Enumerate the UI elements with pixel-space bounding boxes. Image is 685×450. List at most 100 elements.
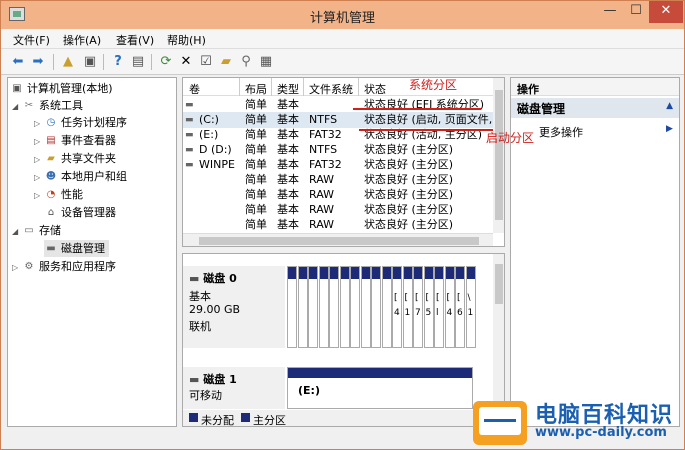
table-row[interactable]: ▬ (C:) 简单 基本 NTFS 状态良好 (启动, 页面文件, [183, 112, 493, 128]
collapsed-arrow-icon[interactable]: ▷ [12, 259, 22, 276]
tree-item-system-tools[interactable]: ◢ ✂ 系统工具 [12, 97, 83, 114]
column-type[interactable]: 类型 [277, 81, 299, 97]
cell-volume: D (D:) [199, 143, 232, 156]
title-bar[interactable]: 计算机管理 — ☐ ✕ [1, 1, 684, 29]
pc-daily-logo-icon [473, 401, 527, 445]
tree-item-storage[interactable]: ◢ ▭ 存储 [12, 222, 61, 239]
help-icon[interactable]: ? [109, 53, 127, 71]
cell-layout: 简单 [245, 128, 267, 141]
column-layout[interactable]: 布局 [245, 81, 267, 97]
disk0-partition[interactable]: [7 [413, 266, 423, 348]
show-hide-tree-icon[interactable]: ▣ [81, 53, 99, 71]
column-separator[interactable] [358, 78, 359, 96]
column-filesystem[interactable]: 文件系统 [309, 81, 353, 97]
disk0-partition[interactable] [339, 266, 350, 348]
back-arrow-icon[interactable]: ⬅ [9, 53, 27, 71]
disk0-partition[interactable]: \ 1 [465, 266, 476, 348]
collapsed-arrow-icon[interactable]: ▷ [34, 151, 44, 168]
disk0-partition[interactable] [329, 266, 339, 348]
tree-item-disk-management[interactable]: ▬ 磁盘管理 [44, 240, 109, 257]
disk1-partition-e[interactable]: (E:) [287, 367, 473, 409]
column-volume[interactable]: 卷 [189, 81, 200, 97]
cell-filesystem: RAW [309, 218, 334, 231]
forward-arrow-icon[interactable]: ➡ [29, 53, 47, 71]
disk0-partition[interactable]: [6 [455, 266, 465, 348]
volume-list-horizontal-scrollbar[interactable] [183, 233, 493, 246]
collapsed-arrow-icon[interactable]: ▷ [34, 115, 44, 132]
disk0-partition[interactable] [371, 266, 381, 348]
disk0-partition[interactable]: [l [434, 266, 444, 348]
column-separator[interactable] [239, 78, 240, 96]
scrollbar-thumb[interactable] [495, 264, 503, 304]
disk0-partition[interactable] [381, 266, 392, 348]
collapsed-arrow-icon[interactable]: ▷ [34, 187, 44, 204]
menu-action[interactable]: 操作(A) [63, 32, 101, 48]
tree-item-device-manager[interactable]: ⌂ 设备管理器 [44, 204, 116, 221]
partition-header-bar [330, 267, 338, 279]
disk0-partition[interactable]: [1 [402, 266, 413, 348]
tree-item-computer-management[interactable]: ▣ 计算机管理(本地) [10, 80, 112, 97]
disk0-partition[interactable]: [4 [444, 266, 455, 348]
properties-pane-icon[interactable]: ▤ [129, 53, 147, 71]
column-separator[interactable] [303, 78, 304, 96]
partition-label-line: [ [446, 293, 451, 303]
table-row[interactable]: 简单 基本 RAW 状态良好 (主分区) [183, 202, 493, 218]
collapse-arrow-icon[interactable]: ▲ [666, 101, 673, 111]
minimize-button[interactable]: — [597, 1, 623, 23]
disk-icon: ▬ [46, 243, 56, 254]
table-row[interactable]: 简单 基本 RAW 状态良好 (主分区) [183, 172, 493, 188]
table-row[interactable]: ▬ WINPE 简单 基本 FAT32 状态良好 (主分区) [183, 157, 493, 173]
close-button[interactable]: ✕ [649, 1, 683, 23]
actions-section-disk-management[interactable]: 磁盘管理 ▲ [511, 98, 679, 118]
disk0-partition[interactable] [360, 266, 371, 348]
scrollbar-thumb[interactable] [495, 90, 503, 220]
up-folder-icon[interactable]: ▲ [59, 53, 77, 71]
tree-item-local-users[interactable]: ▷ ☻ 本地用户和组 [34, 168, 127, 185]
disk0-partition[interactable] [297, 266, 308, 348]
check-icon[interactable]: ☑ [197, 53, 215, 71]
disk0-partition[interactable] [287, 266, 297, 348]
disk1-name: ▬ 磁盘 1 [189, 373, 237, 386]
disk0-partition[interactable] [350, 266, 360, 348]
volume-list-vertical-scrollbar[interactable] [493, 78, 504, 233]
export-icon[interactable]: ▦ [257, 53, 275, 71]
disk0-label[interactable]: ▬ 磁盘 0 基本 29.00 GB 联机 [183, 266, 285, 348]
table-row[interactable]: 简单 基本 RAW 状态良好 (主分区) [183, 217, 493, 233]
table-row[interactable]: 简单 基本 RAW 状态良好 (主分区) [183, 187, 493, 203]
menu-view[interactable]: 查看(V) [116, 32, 154, 48]
tree-item-services-apps[interactable]: ▷ ⚙ 服务和应用程序 [12, 258, 116, 275]
open-folder-icon[interactable]: ▰ [217, 53, 235, 71]
table-row[interactable]: ▬ D (D:) 简单 基本 NTFS 状态良好 (主分区) [183, 142, 493, 158]
tree-item-performance[interactable]: ▷ ◔ 性能 [34, 186, 83, 203]
expanded-arrow-icon[interactable]: ◢ [12, 98, 22, 115]
disk0-partition[interactable]: [4 [392, 266, 402, 348]
scrollbar-thumb[interactable] [199, 237, 479, 245]
menu-file[interactable]: 文件(F) [13, 32, 50, 48]
search-icon[interactable]: ⚲ [237, 53, 255, 71]
table-row[interactable]: ▬ 简单 基本 状态良好 (EFI 系统分区) [183, 97, 493, 113]
refresh-icon[interactable]: ⟳ [157, 53, 175, 71]
disk0-partition[interactable]: [5 [423, 266, 434, 348]
collapsed-arrow-icon[interactable]: ▷ [34, 133, 44, 150]
cell-filesystem: NTFS [309, 143, 338, 156]
more-actions-item[interactable]: 更多操作 ▶ [511, 122, 679, 140]
menu-help[interactable]: 帮助(H) [167, 32, 206, 48]
collapsed-arrow-icon[interactable]: ▷ [34, 169, 44, 186]
tree-item-shared-folders[interactable]: ▷ ▰ 共享文件夹 [34, 150, 116, 167]
expanded-arrow-icon[interactable]: ◢ [12, 223, 22, 240]
column-separator[interactable] [271, 78, 272, 96]
disk1-label[interactable]: ▬ 磁盘 1 可移动 [183, 367, 285, 409]
partition-label: [1 [405, 291, 411, 321]
delete-icon[interactable]: ✕ [177, 53, 195, 71]
volume-list: 卷 布局 类型 文件系统 状态 ▬ 简单 基本 状态良好 (EFI 系统分区) ▬ (C:… [182, 77, 505, 247]
legend-primary-swatch [241, 413, 250, 422]
legend-unallocated-swatch [189, 413, 198, 422]
disk0-partition[interactable] [308, 266, 318, 348]
maximize-button[interactable]: ☐ [623, 1, 649, 23]
column-status[interactable]: 状态 [364, 81, 386, 97]
tree-item-task-scheduler[interactable]: ▷ ◷ 任务计划程序 [34, 114, 127, 131]
disk0-partition[interactable] [318, 266, 329, 348]
tree-item-event-viewer[interactable]: ▷ ▤ 事件查看器 [34, 132, 116, 149]
cell-layout: 简单 [245, 218, 267, 231]
partition-label-line: [ [457, 293, 461, 303]
